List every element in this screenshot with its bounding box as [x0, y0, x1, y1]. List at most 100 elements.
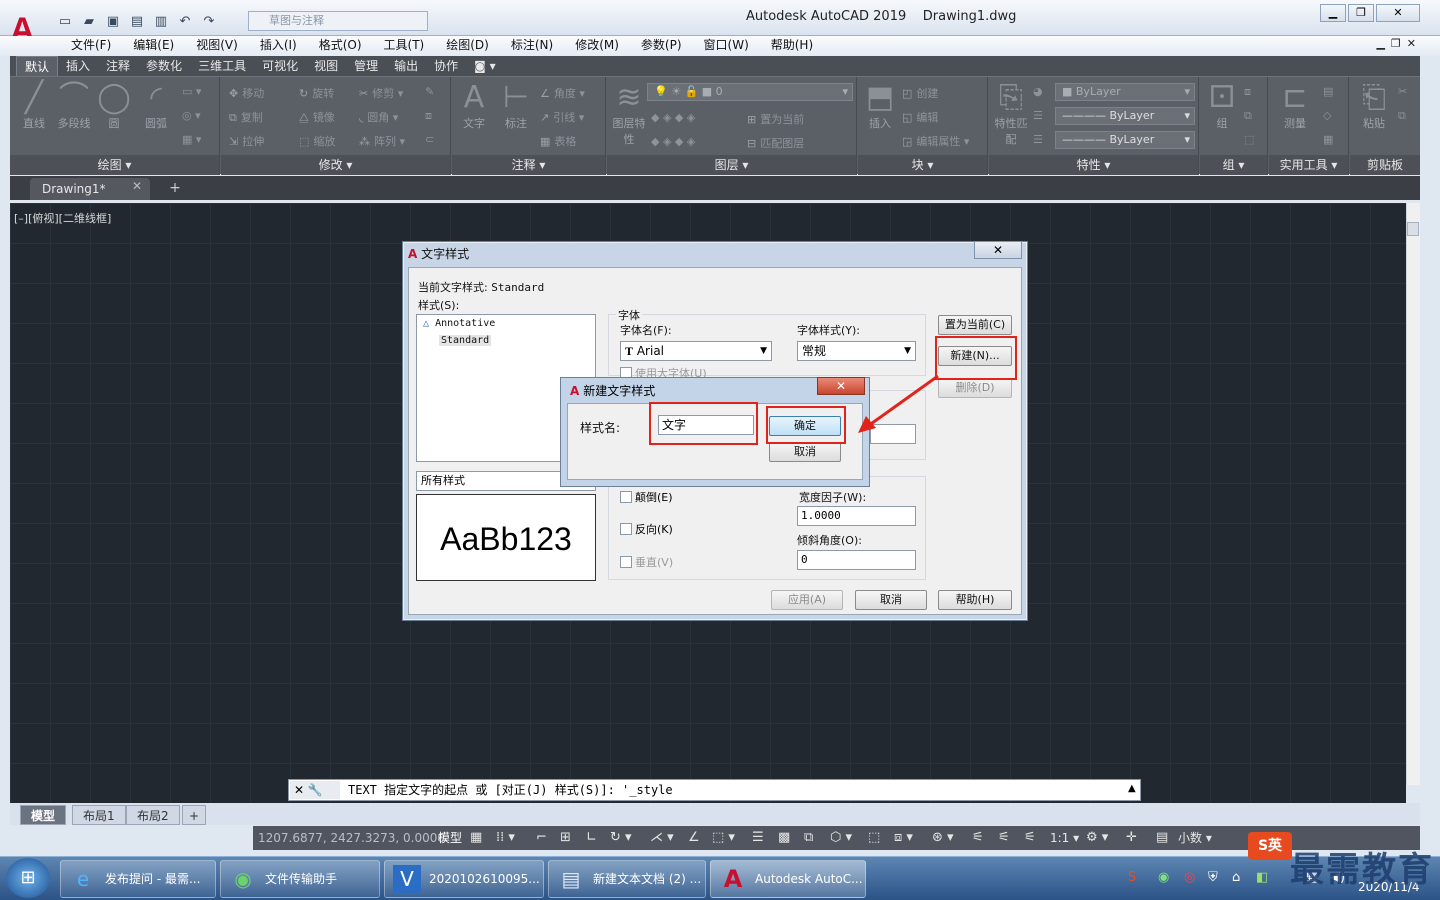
block-panel-title[interactable]: 块 ▾	[858, 155, 987, 175]
start-button[interactable]: ⊞	[6, 858, 50, 898]
sogou-tray-icon[interactable]: S	[1128, 870, 1136, 886]
create-block-button[interactable]: ◰ 创建	[902, 85, 938, 101]
stretch-button[interactable]: ⇲ 拉伸	[229, 133, 264, 149]
calculator-icon[interactable]: ▤	[1323, 85, 1333, 98]
scrollbar-thumb[interactable]	[1407, 222, 1419, 236]
ungroup-icon[interactable]: ⧈	[1244, 85, 1251, 99]
linetype-icon[interactable]: ☰	[1033, 109, 1043, 122]
maximize-button[interactable]: ❐	[1348, 4, 1374, 22]
close-icon[interactable]: ✕	[294, 783, 304, 797]
menu-format[interactable]: 格式(O)	[308, 36, 373, 56]
tab-layout2[interactable]: 布局2	[126, 805, 180, 825]
taskbar-item-ie[interactable]: e 发布提问 - 最需...	[60, 860, 216, 898]
group-button[interactable]: ⚀ 组	[1204, 81, 1240, 131]
dialog-close-button[interactable]: ✕	[974, 241, 1022, 259]
point-icon[interactable]: ◇	[1323, 109, 1331, 122]
table-button[interactable]: ▦ 表格	[540, 133, 576, 149]
dimension-button[interactable]: ⊢ 标注	[496, 81, 536, 131]
angle-button[interactable]: ∠ 角度 ▾	[540, 85, 585, 101]
menu-window[interactable]: 窗口(W)	[693, 36, 760, 56]
object-snap-icon[interactable]: ⬚ ▾	[712, 828, 735, 848]
measure-button[interactable]: ⊏ 测量	[1273, 81, 1317, 131]
match-properties-button[interactable]: ⎘ 特性匹配	[991, 81, 1031, 147]
workspace-dropdown[interactable]: 草图与注释	[248, 11, 428, 31]
close-icon[interactable]: ✕	[132, 179, 142, 193]
list-item[interactable]: △ Annotative	[423, 318, 495, 329]
chevron-up-icon[interactable]: ▲	[1128, 783, 1136, 794]
open-folder-icon[interactable]: ▰	[80, 13, 98, 31]
utilities-panel-title[interactable]: 实用工具 ▾	[1269, 155, 1348, 175]
edit-attributes-button[interactable]: ◲ 编辑属性 ▾	[902, 133, 969, 149]
set-current-layer-button[interactable]: ⊞ 置为当前	[747, 111, 804, 127]
gradient-icon[interactable]: ▦ ▾	[182, 133, 201, 146]
menu-modify[interactable]: 修改(M)	[564, 36, 630, 56]
tab-model[interactable]: 模型	[20, 805, 67, 825]
linetype-dropdown[interactable]: ———— ByLayer ▾	[1055, 107, 1195, 125]
annotation-monitor-icon[interactable]: ✛	[1126, 828, 1137, 848]
dynamic-ucs-icon[interactable]: ⬚	[868, 828, 880, 848]
taskbar-item-autocad[interactable]: A Autodesk AutoC...	[710, 860, 866, 898]
save-icon[interactable]: ▣	[104, 13, 122, 31]
list-item[interactable]: Standard	[439, 335, 492, 346]
nvidia-icon[interactable]: ◧	[1256, 870, 1268, 886]
color-dropdown[interactable]: ■ ByLayer ▾	[1055, 83, 1195, 101]
scale-button[interactable]: ⬚ 缩放	[299, 133, 335, 149]
polar-icon[interactable]: ↻ ▾	[610, 828, 632, 848]
units-icon[interactable]: ▤	[1156, 828, 1168, 848]
tab-visualize[interactable]: 可视化	[254, 56, 306, 76]
customize-icon[interactable]: 🔧	[308, 783, 323, 797]
fillet-button[interactable]: ◟ 圆角 ▾	[359, 109, 398, 125]
rotate-button[interactable]: ↻ 旋转	[299, 85, 334, 101]
tab-output[interactable]: 输出	[386, 56, 426, 76]
tab-extra-toggle[interactable]: ◙ ▾	[466, 56, 503, 76]
vertical-scrollbar[interactable]	[1406, 203, 1420, 785]
new-file-icon[interactable]: ▭	[56, 13, 74, 31]
tab-manage[interactable]: 管理	[346, 56, 386, 76]
weibo-tray-icon[interactable]: ◎	[1184, 870, 1195, 886]
taskbar-item-visio[interactable]: V 2020102610095...	[384, 860, 544, 898]
line-button[interactable]: ╱ 直线	[16, 81, 52, 131]
tab-parametric[interactable]: 参数化	[138, 56, 190, 76]
insert-block-button[interactable]: ⬒ 插入	[860, 81, 900, 131]
3d-osnap-icon[interactable]: ⬡ ▾	[830, 828, 852, 848]
layer-dropdown[interactable]: 💡 ☀ 🔓 ■ 0 ▾	[647, 83, 853, 101]
selection-filter-icon[interactable]: ⧈ ▾	[894, 828, 913, 848]
layer-tools-row2[interactable]: ◆ ◈ ◆ ◈	[651, 135, 695, 148]
tab-insert[interactable]: 插入	[58, 56, 98, 76]
copy-clip-icon[interactable]: ⧉	[1398, 109, 1406, 123]
text-button[interactable]: A 文字	[454, 81, 494, 131]
save-as-icon[interactable]: ▤	[128, 13, 146, 31]
grid-icon[interactable]: ▦	[470, 828, 482, 848]
print-icon[interactable]: ▥	[152, 13, 170, 31]
menu-help[interactable]: 帮助(H)	[760, 36, 824, 56]
explode-icon[interactable]: ⧈	[425, 109, 432, 123]
ime-indicator[interactable]: S英	[1248, 832, 1292, 860]
document-window-controls[interactable]: ▁❐✕	[1376, 37, 1422, 50]
backwards-checkbox[interactable]: 反向(K)	[620, 521, 673, 537]
model-space-button[interactable]: 模型	[438, 828, 462, 848]
menu-draw[interactable]: 绘图(D)	[435, 36, 500, 56]
offset-icon[interactable]: ⊂	[425, 133, 434, 146]
auto-scale-icon[interactable]: ⚟	[998, 828, 1010, 848]
isodraft-icon[interactable]: ⋌ ▾	[650, 828, 674, 848]
layers-panel-title[interactable]: 图层 ▾	[607, 155, 856, 175]
units-dropdown[interactable]: 小数 ▾	[1178, 828, 1212, 848]
dynamic-input-icon[interactable]: ⊞	[560, 828, 571, 848]
close-window-button[interactable]: ✕	[1376, 4, 1420, 22]
taskbar-item-notepad[interactable]: ▤ 新建文本文档 (2) ...	[548, 860, 706, 898]
workspace-gear-icon[interactable]: ⚙ ▾	[1086, 828, 1108, 848]
selection-cycling-icon[interactable]: ⧉	[804, 828, 813, 848]
network-drive-icon[interactable]: ⌂	[1232, 870, 1240, 886]
gizmo-icon[interactable]: ⊛ ▾	[932, 828, 954, 848]
move-button[interactable]: ✥ 移动	[229, 85, 264, 101]
redo-icon[interactable]: ↷	[200, 13, 218, 31]
add-tab-icon[interactable]: +	[166, 179, 184, 197]
font-style-dropdown[interactable]: 常规 ▼	[797, 341, 916, 361]
modify-panel-title[interactable]: 修改 ▾	[221, 155, 450, 175]
lineweight-icon[interactable]: ☰	[752, 828, 764, 848]
taskbar-item-wechat[interactable]: ◉ 文件传输助手	[220, 860, 380, 898]
new-style-cancel-button[interactable]: 取消	[769, 442, 841, 462]
hatch-icon[interactable]: ◎ ▾	[182, 109, 201, 122]
transparency-icon[interactable]: ▩	[778, 828, 790, 848]
apply-button[interactable]: 应用(A)	[771, 590, 843, 610]
